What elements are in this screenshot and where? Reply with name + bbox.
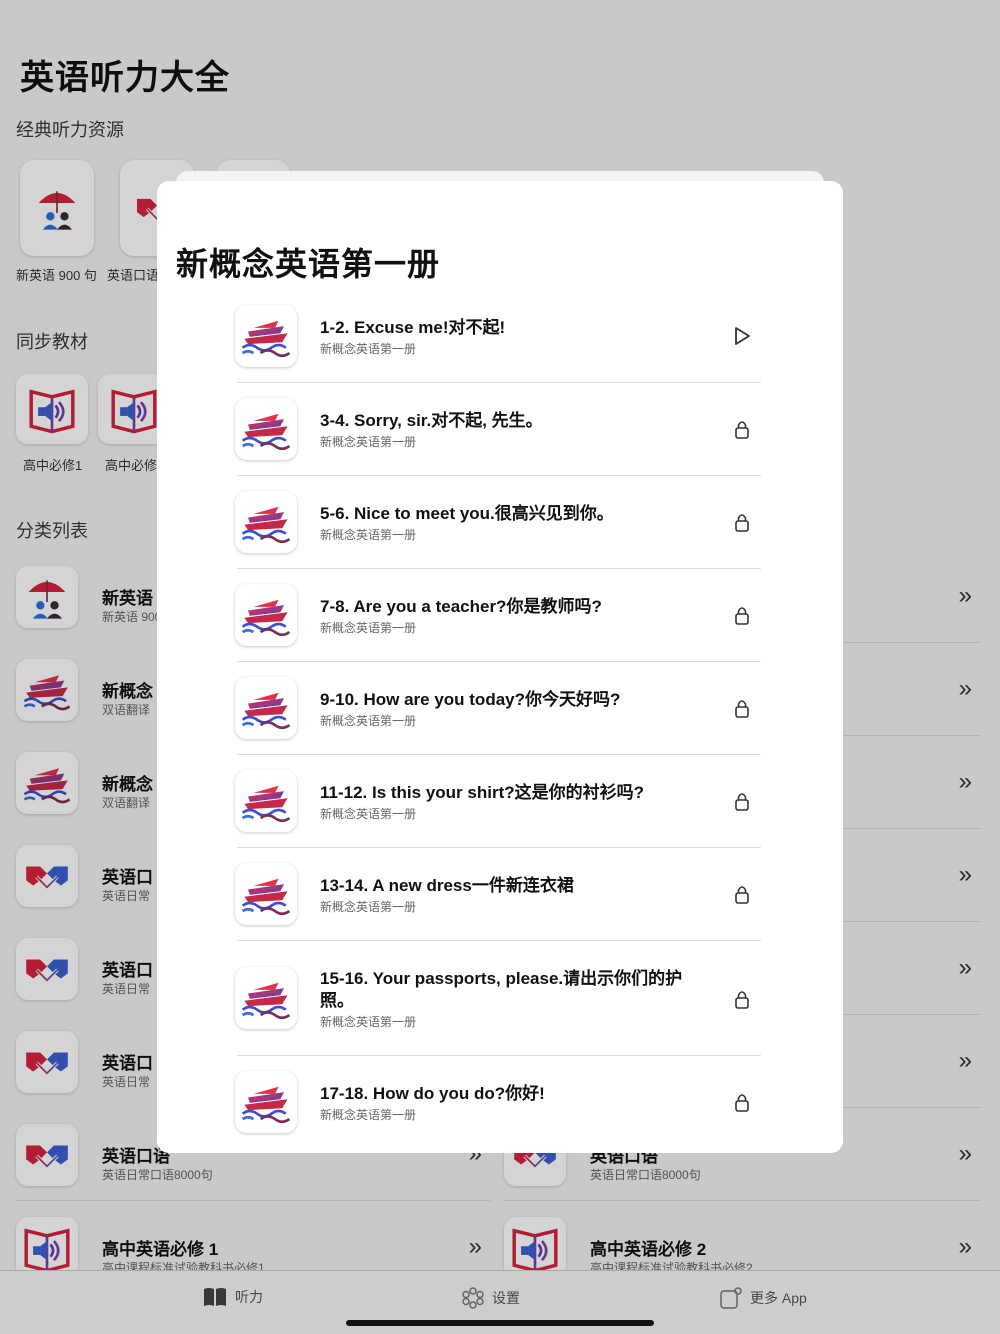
lesson-title: 1-2. Excuse me!对不起! — [320, 318, 506, 337]
sheet-title: 新概念英语第一册 — [176, 246, 441, 282]
lesson-thumb — [235, 770, 297, 832]
lesson-subtitle: 新概念英语第一册 — [320, 621, 417, 635]
lesson-thumb — [235, 967, 297, 1029]
ship-icon — [239, 778, 293, 824]
lock-icon[interactable] — [731, 988, 753, 1010]
lesson-thumb — [235, 398, 297, 460]
lesson-subtitle: 新概念英语第一册 — [320, 900, 417, 914]
lock-icon[interactable] — [731, 418, 753, 440]
separator — [237, 940, 761, 941]
separator — [237, 475, 761, 476]
lesson-thumb — [235, 305, 297, 367]
ship-icon — [239, 313, 293, 359]
lock-icon[interactable] — [731, 883, 753, 905]
lesson-subtitle: 新概念英语第一册 — [320, 342, 417, 356]
ship-icon — [239, 406, 293, 452]
lesson-sheet: 新概念英语第一册 1-2. Excuse me!对不起! 新概念英语第一册 3-4.… — [157, 181, 843, 1153]
ship-icon — [239, 1079, 293, 1125]
separator — [237, 754, 761, 755]
lesson-title: 9-10. How are you today?你今天好吗? — [320, 690, 621, 709]
lesson-subtitle: 新概念英语第一册 — [320, 1015, 417, 1029]
separator — [237, 382, 761, 383]
lock-icon[interactable] — [731, 1091, 753, 1113]
lesson-subtitle: 新概念英语第一册 — [320, 528, 417, 542]
ship-icon — [239, 871, 293, 917]
lesson-subtitle: 新概念英语第一册 — [320, 1108, 417, 1122]
lesson-title: 7-8. Are you a teacher?你是教师吗? — [320, 597, 602, 616]
lesson-thumb — [235, 863, 297, 925]
lock-icon[interactable] — [731, 697, 753, 719]
lesson-title: 11-12. Is this your shirt?这是你的衬衫吗? — [320, 783, 645, 802]
ship-icon — [239, 592, 293, 638]
lesson-title: 15-16. Your passports, please.请出示你们的护照。 — [320, 969, 683, 1010]
separator — [237, 1055, 761, 1056]
lesson-title: 13-14. A new dress一件新连衣裙 — [320, 876, 574, 895]
lesson-subtitle: 新概念英语第一册 — [320, 435, 417, 449]
lesson-thumb — [235, 677, 297, 739]
lesson-subtitle: 新概念英语第一册 — [320, 714, 417, 728]
ship-icon — [239, 975, 293, 1021]
ship-icon — [239, 499, 293, 545]
lesson-title: 17-18. How do you do?你好! — [320, 1084, 545, 1103]
lesson-thumb — [235, 1071, 297, 1133]
lesson-thumb — [235, 491, 297, 553]
lock-icon[interactable] — [731, 790, 753, 812]
separator — [237, 568, 761, 569]
separator — [237, 847, 761, 848]
lock-icon[interactable] — [731, 511, 753, 533]
separator — [237, 661, 761, 662]
lesson-title: 3-4. Sorry, sir.对不起, 先生。 — [320, 411, 543, 430]
home-indicator[interactable] — [346, 1320, 654, 1326]
lesson-thumb — [235, 584, 297, 646]
play-icon[interactable] — [731, 325, 753, 347]
lock-icon[interactable] — [731, 604, 753, 626]
lesson-title: 5-6. Nice to meet you.很高兴见到你。 — [320, 504, 614, 523]
lesson-subtitle: 新概念英语第一册 — [320, 807, 417, 821]
ship-icon — [239, 685, 293, 731]
